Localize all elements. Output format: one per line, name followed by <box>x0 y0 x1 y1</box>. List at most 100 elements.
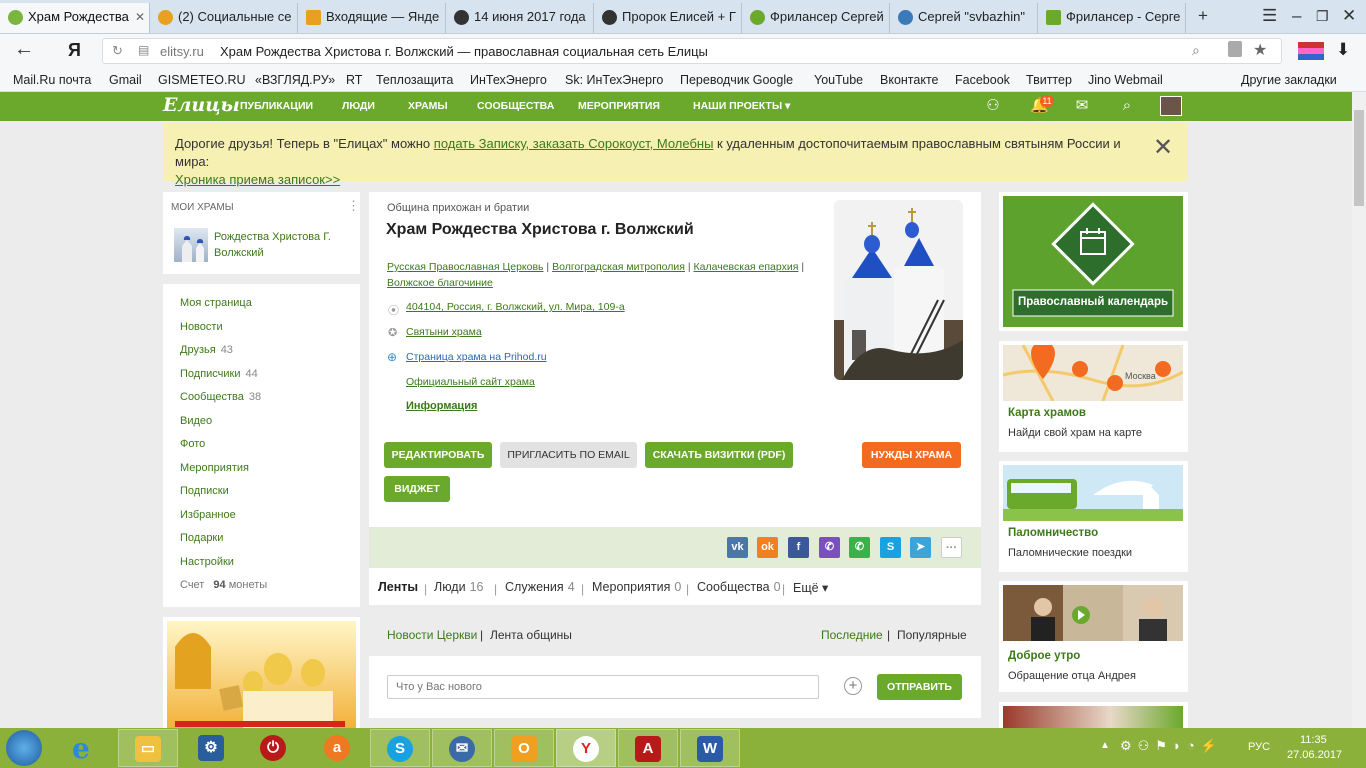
minimize-icon[interactable]: – <box>1292 4 1301 28</box>
menu-my-page[interactable]: Моя страница <box>180 297 252 309</box>
bookmark[interactable]: RT <box>346 73 362 87</box>
menu-gifts[interactable]: Подарки <box>180 532 223 544</box>
tab-more[interactable]: Ещё ▾ <box>793 580 828 595</box>
acrobat-taskbar-button[interactable]: A <box>618 729 678 767</box>
tab-4[interactable]: Пророк Елисей + Г <box>594 3 742 33</box>
envelope-icon[interactable]: ✉ <box>1073 97 1091 115</box>
tab-5[interactable]: Фрилансер Сергей <box>742 3 890 33</box>
menu-friends[interactable]: Друзья 43 <box>180 344 233 356</box>
star-icon[interactable]: ★ <box>1253 40 1267 60</box>
post-input[interactable] <box>387 675 819 699</box>
bookmark[interactable]: Sk: ИнТехЭнерго <box>565 73 663 87</box>
scrollbar-thumb[interactable] <box>1354 110 1364 206</box>
map-promo[interactable]: Москва Карта храмов Найди свой храм на к… <box>999 341 1188 452</box>
user-icon[interactable]: ⚇ <box>984 97 1002 115</box>
promo-title[interactable]: Карта храмов <box>1008 407 1086 419</box>
download-icon[interactable]: ⬇ <box>1336 40 1350 60</box>
ie-icon[interactable]: e <box>72 732 90 765</box>
yandex-browser-taskbar-button[interactable]: Y <box>556 729 616 767</box>
bookmark[interactable]: GISMETEO.RU <box>158 73 246 87</box>
menu-events[interactable]: Мероприятия <box>180 462 249 474</box>
vk-icon[interactable]: vk <box>727 537 748 558</box>
nav-events[interactable]: МЕРОПРИЯТИЯ <box>578 100 660 112</box>
address-link[interactable]: 404104, Россия, г. Волжский, ул. Мира, 1… <box>406 301 625 313</box>
temple-thumb[interactable] <box>174 228 208 262</box>
edit-button[interactable]: РЕДАКТИРОВАТЬ <box>384 442 492 468</box>
facebook-icon[interactable]: f <box>788 537 809 558</box>
pilgrimage-promo[interactable]: Паломничество Паломнические поездки <box>999 461 1188 572</box>
send-button[interactable]: ОТПРАВИТЬ <box>877 674 962 700</box>
left-banner[interactable] <box>163 617 360 728</box>
nav-temples[interactable]: ХРАМЫ <box>408 100 448 112</box>
skype-icon[interactable]: S <box>880 537 901 558</box>
bookmark[interactable]: ИнТехЭнерго <box>470 73 547 87</box>
sort-latest[interactable]: Последние <box>821 628 883 642</box>
telegram-icon[interactable]: ➤ <box>910 537 931 558</box>
widget-button[interactable]: ВИДЖЕТ <box>384 476 450 502</box>
start-button[interactable] <box>6 730 42 766</box>
bookmark[interactable]: Gmail <box>109 73 142 87</box>
close-window-icon[interactable]: ✕ <box>1342 4 1356 28</box>
thunderbird-taskbar-button[interactable]: ✉ <box>432 729 492 767</box>
other-bookmarks[interactable]: Другие закладки <box>1241 73 1337 87</box>
menu-photo[interactable]: Фото <box>180 438 205 450</box>
menu-video[interactable]: Видео <box>180 415 212 427</box>
tab-6[interactable]: Сергей "svbazhin" <box>890 3 1038 33</box>
morning-promo[interactable]: Доброе утро Обращение отца Андрея <box>999 581 1188 692</box>
tab-0[interactable]: Храм Рождества ✕ <box>0 3 150 33</box>
nav-people[interactable]: ЛЮДИ <box>342 100 375 112</box>
odnoklassniki-icon[interactable]: ok <box>757 537 778 558</box>
lock-icon[interactable] <box>1228 41 1242 57</box>
bookmark[interactable]: Твиттер <box>1026 73 1072 87</box>
bookmark[interactable]: Переводчик Google <box>680 73 793 87</box>
tab-1[interactable]: (2) Социальные се <box>150 3 298 33</box>
breadcrumb-link[interactable]: Русская Православная Церковь <box>387 261 544 273</box>
breadcrumb-link[interactable]: Волгоградская митрополия <box>552 261 685 273</box>
shrines-link[interactable]: Святыни храма <box>406 326 482 338</box>
invite-email-button[interactable]: ПРИГЛАСИТЬ ПО EMAIL <box>500 442 637 468</box>
outlook-taskbar-button[interactable]: O <box>494 729 554 767</box>
clock-time[interactable]: 11:35 <box>1300 734 1327 746</box>
close-icon[interactable]: ✕ <box>135 3 145 31</box>
prihod-link[interactable]: Страница храма на Prihod.ru <box>406 351 547 363</box>
download-cards-button[interactable]: СКАЧАТЬ ВИЗИТКИ (PDF) <box>645 442 793 468</box>
calendar-promo[interactable]: Православный календарь <box>999 192 1188 331</box>
search-icon[interactable]: ⌕ <box>1118 97 1136 115</box>
bookmark[interactable]: Mail.Ru почта <box>13 73 91 87</box>
tray-expand-icon[interactable]: ▲ <box>1100 740 1110 751</box>
bookmark[interactable]: Jino Webmail <box>1088 73 1163 87</box>
my-temple-link[interactable]: Рождества Христова Г. Волжский <box>214 229 344 261</box>
new-tab-button[interactable]: + <box>1198 4 1208 28</box>
bookmark[interactable]: «ВЗГЛЯД.РУ» <box>255 73 335 87</box>
menu-favorites[interactable]: Избранное <box>180 509 236 521</box>
menu-settings[interactable]: Настройки <box>180 556 234 568</box>
back-icon[interactable]: ← <box>14 38 34 61</box>
extension-icon[interactable] <box>1298 42 1324 60</box>
close-icon[interactable]: ✕ <box>1153 133 1173 162</box>
tab-3[interactable]: 14 июня 2017 года <box>446 3 594 33</box>
avatar[interactable] <box>1160 96 1182 116</box>
viber-icon[interactable]: ✆ <box>819 537 840 558</box>
word-taskbar-button[interactable]: W <box>680 729 740 767</box>
add-attachment-icon[interactable]: + <box>844 677 862 695</box>
tab-communities[interactable]: Сообщества 0 <box>697 580 781 594</box>
feed-church-news[interactable]: Новости Церкви <box>387 628 477 642</box>
tab-7[interactable]: Фрилансер - Серге <box>1038 3 1186 33</box>
bookmark[interactable]: Вконтакте <box>880 73 938 87</box>
breadcrumb-link[interactable]: Волжское благочиние <box>387 277 493 289</box>
scrollbar[interactable] <box>1352 92 1366 728</box>
tray-icons[interactable]: ⚙⚇⚑◗◔⚡ <box>1120 738 1223 754</box>
notice-chronicle-link[interactable]: Хроника приема записок>> <box>175 172 340 187</box>
reload-icon[interactable]: ↻ <box>112 43 123 59</box>
nav-communities[interactable]: СООБЩЕСТВА <box>477 100 554 112</box>
tab-services[interactable]: Служения 4 <box>505 580 575 594</box>
breadcrumb-link[interactable]: Калачевская епархия <box>694 261 799 273</box>
more-icon[interactable]: ⋮ <box>347 198 360 214</box>
more-share-icon[interactable]: ··· <box>941 537 962 558</box>
site-logo[interactable]: Елицы <box>163 94 240 116</box>
temple-photo[interactable] <box>834 200 963 380</box>
menu-subscriptions[interactable]: Подписки <box>180 485 229 497</box>
tab-2[interactable]: Входящие — Янде <box>298 3 446 33</box>
whatsapp-icon[interactable]: ✆ <box>849 537 870 558</box>
skype-taskbar-button[interactable]: S <box>370 729 430 767</box>
